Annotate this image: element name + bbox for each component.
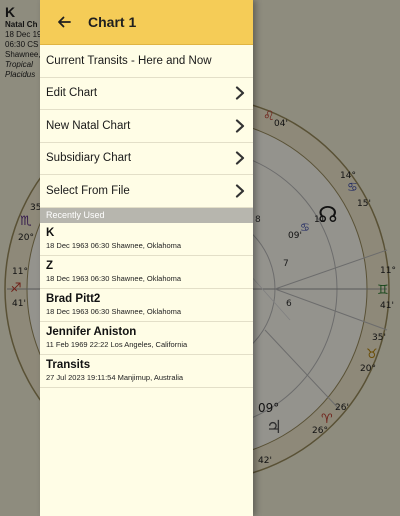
recent-chart-detail: 18 Dec 1963 06:30 Shawnee, Oklahoma — [46, 306, 182, 316]
recent-chart-name: Z — [46, 259, 54, 272]
recent-chart-detail: 18 Dec 1963 06:30 Shawnee, Oklahoma — [46, 240, 182, 250]
recent-chart-item[interactable]: Z 18 Dec 1963 06:30 Shawnee, Oklahoma — [40, 256, 253, 289]
recent-chart-item[interactable]: Transits 27 Jul 2023 19:11:54 Manjimup, … — [40, 355, 253, 388]
recent-chart-item[interactable]: K 18 Dec 1963 06:30 Shawnee, Oklahoma — [40, 223, 253, 256]
menu-label: Current Transits - Here and Now — [46, 54, 212, 67]
recent-chart-name: Jennifer Aniston — [46, 325, 137, 338]
menu-label: New Natal Chart — [46, 119, 131, 132]
recently-used-header: Recently Used — [40, 207, 253, 223]
menu-current-transits[interactable]: Current Transits - Here and Now — [40, 45, 253, 78]
recent-chart-name: K — [46, 226, 55, 239]
recent-chart-item[interactable]: Brad Pitt2 18 Dec 1963 06:30 Shawnee, Ok… — [40, 289, 253, 322]
menu-label: Select From File — [46, 184, 130, 197]
chevron-right-icon — [233, 86, 247, 100]
recent-chart-name: Brad Pitt2 — [46, 292, 101, 305]
back-button[interactable] — [40, 0, 88, 45]
recent-chart-name: Transits — [46, 358, 91, 371]
drawer-title: Chart 1 — [88, 14, 137, 30]
recent-chart-detail: 11 Feb 1969 22:22 Los Angeles, Californi… — [46, 339, 188, 349]
recent-chart-detail: 27 Jul 2023 19:11:54 Manjimup, Australia — [46, 372, 184, 382]
recent-chart-detail: 18 Dec 1963 06:30 Shawnee, Oklahoma — [46, 273, 182, 283]
chart-menu-drawer: Chart 1 Current Transits - Here and Now … — [40, 0, 253, 516]
menu-label: Edit Chart — [46, 87, 98, 100]
menu-new-natal-chart[interactable]: New Natal Chart — [40, 110, 253, 143]
recent-chart-item[interactable]: Jennifer Aniston 11 Feb 1969 22:22 Los A… — [40, 322, 253, 355]
menu-select-from-file[interactable]: Select From File — [40, 175, 253, 208]
chevron-right-icon — [233, 119, 247, 133]
menu-edit-chart[interactable]: Edit Chart — [40, 78, 253, 110]
arrow-left-icon — [58, 16, 71, 28]
chevron-right-icon — [233, 151, 247, 165]
menu-subsidiary-chart[interactable]: Subsidiary Chart — [40, 143, 253, 175]
chevron-right-icon — [233, 184, 247, 198]
menu-label: Subsidiary Chart — [46, 152, 132, 165]
drawer-header: Chart 1 — [40, 0, 253, 45]
